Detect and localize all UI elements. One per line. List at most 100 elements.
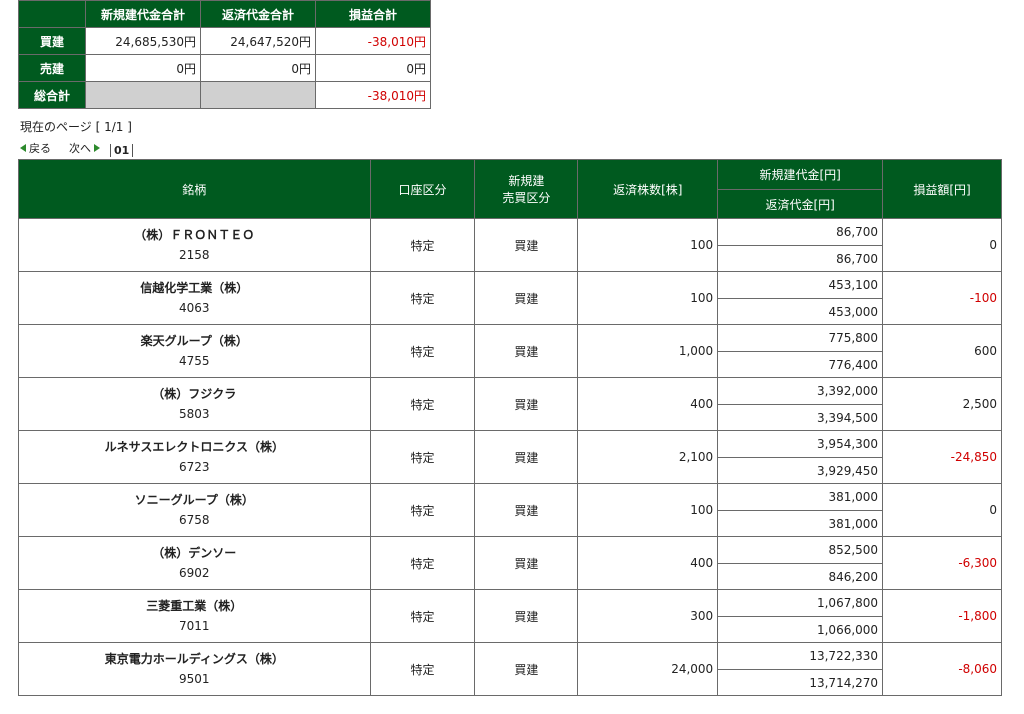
summary-row-label: 総合計	[18, 81, 86, 109]
stock-name-cell: （株）フジクラ 5803	[18, 377, 371, 431]
trade-side: 買建	[474, 483, 579, 537]
table-row: （株）ＦＲＯＮＴＥＯ 2158 特定 買建 100 86,700 0	[18, 218, 1002, 272]
trade-side: 買建	[474, 536, 579, 590]
stock-name: （株）デンソー	[152, 546, 237, 560]
summary-header-repay-total: 返済代金合計	[200, 0, 316, 28]
stock-name: 東京電力ホールディングス（株）	[104, 652, 284, 666]
stock-name-cell: 信越化学工業（株） 4063	[18, 271, 371, 325]
profit-loss: -1,800	[882, 589, 1002, 643]
new-amount: 453,100	[717, 271, 884, 299]
table-row: ルネサスエレクトロニクス（株） 6723 特定 買建 2,100 3,954,300 -24…	[18, 430, 1002, 484]
stock-name: ルネサスエレクトロニクス（株）	[104, 440, 284, 454]
stock-code: 2158	[179, 248, 210, 262]
stock-code: 6758	[179, 513, 210, 527]
table-row: （株）デンソー 6902 特定 買建 400 852,500 -6,300	[18, 536, 1002, 590]
account-type: 特定	[369, 324, 476, 378]
next-arrow-icon	[94, 143, 100, 152]
stock-code: 5803	[179, 407, 210, 421]
header-qty: 返済株数[株]	[577, 159, 719, 219]
profit-loss: -24,850	[882, 430, 1002, 484]
back-link[interactable]: 戻る	[20, 140, 51, 156]
stock-code: 6723	[179, 460, 210, 474]
next-link[interactable]: 次へ	[69, 140, 100, 156]
profit-loss: 600	[882, 324, 1002, 378]
summary-new-total-empty	[85, 81, 201, 109]
repay-amount: 13,714,270	[717, 669, 884, 696]
table-row: 楽天グループ（株） 4755 特定 買建 1,000 775,800 600	[18, 324, 1002, 378]
trade-side: 買建	[474, 430, 579, 484]
summary-row-sell: 売建 0円 0円 0円	[18, 54, 431, 82]
header-name: 銘柄	[18, 159, 371, 219]
stock-name-cell: 三菱重工業（株） 7011	[18, 589, 371, 643]
positions-body: （株）ＦＲＯＮＴＥＯ 2158 特定 買建 100 86,700 0 86,700 信越化学工業…	[18, 218, 1002, 696]
stock-name: （株）ＦＲＯＮＴＥＯ	[134, 228, 255, 242]
profit-loss: 2,500	[882, 377, 1002, 431]
stock-name-cell: 楽天グループ（株） 4755	[18, 324, 371, 378]
page-number-link[interactable]: 01	[110, 144, 134, 157]
stock-code: 4063	[179, 301, 210, 315]
trade-side: 買建	[474, 271, 579, 325]
summary-pl-total: -38,010円	[315, 27, 431, 55]
header-side: 新規建 売買区分	[474, 159, 579, 219]
stock-code: 7011	[179, 619, 210, 633]
stock-name: 楽天グループ（株）	[140, 334, 248, 348]
trade-side: 買建	[474, 218, 579, 272]
table-row: （株）フジクラ 5803 特定 買建 400 3,392,000 2,500	[18, 377, 1002, 431]
summary-header-new-total: 新規建代金合計	[85, 0, 201, 28]
positions-table: 銘柄 口座区分 新規建 売買区分 返済株数[株] 新規建代金[円] 損益額[円]…	[18, 159, 1002, 696]
stock-name-cell: （株）ＦＲＯＮＴＥＯ 2158	[18, 218, 371, 272]
repay-qty: 100	[577, 483, 719, 537]
profit-loss: -100	[882, 271, 1002, 325]
stock-name: 信越化学工業（株）	[140, 281, 249, 295]
profit-loss: -6,300	[882, 536, 1002, 590]
stock-name-cell: ルネサスエレクトロニクス（株） 6723	[18, 430, 371, 484]
summary-new-total: 24,685,530円	[85, 27, 201, 55]
summary-row-label: 買建	[18, 27, 86, 55]
stock-name: （株）フジクラ	[152, 387, 237, 401]
stock-name: 三菱重工業（株）	[146, 599, 243, 613]
profit-loss: 0	[882, 483, 1002, 537]
header-side-line1: 新規建	[508, 174, 545, 188]
account-type: 特定	[369, 536, 476, 590]
stock-code: 9501	[179, 672, 210, 686]
header-new-amount: 新規建代金[円]	[717, 159, 884, 190]
back-arrow-icon	[20, 143, 26, 152]
summary-repay-total: 0円	[200, 54, 316, 82]
summary-pl-total: 0円	[315, 54, 431, 82]
stock-name-cell: 東京電力ホールディングス（株） 9501	[18, 642, 371, 696]
summary-header-pl-total: 損益合計	[315, 0, 431, 28]
new-amount: 381,000	[717, 483, 884, 511]
repay-qty: 400	[577, 536, 719, 590]
repay-amount: 381,000	[717, 510, 884, 537]
summary-pl-total: -38,010円	[315, 81, 431, 109]
repay-qty: 100	[577, 271, 719, 325]
summary-header-row: 新規建代金合計 返済代金合計 損益合計	[18, 0, 431, 28]
table-row: 東京電力ホールディングス（株） 9501 特定 買建 24,000 13,722,330-…	[18, 642, 1002, 696]
profit-loss: 0	[882, 218, 1002, 272]
back-link-label: 戻る	[29, 141, 51, 155]
repay-qty: 1,000	[577, 324, 719, 378]
new-amount: 1,067,800	[717, 589, 884, 617]
stock-code: 4755	[179, 354, 210, 368]
trade-side: 買建	[474, 642, 579, 696]
account-type: 特定	[369, 271, 476, 325]
account-type: 特定	[369, 218, 476, 272]
new-amount: 13,722,330	[717, 642, 884, 670]
summary-new-total: 0円	[85, 54, 201, 82]
header-repay-amount: 返済代金[円]	[717, 189, 884, 219]
repay-amount: 86,700	[717, 245, 884, 272]
stock-name-cell: （株）デンソー 6902	[18, 536, 371, 590]
table-row: ソニーグループ（株） 6758 特定 買建 100 381,000 0	[18, 483, 1002, 537]
pagination-nav: 戻る 次へ 01	[20, 138, 134, 157]
summary-row-grand-total: 総合計 -38,010円	[18, 81, 431, 109]
summary-table: 新規建代金合計 返済代金合計 損益合計 買建 24,685,530円 24,64…	[18, 0, 431, 109]
trade-side: 買建	[474, 324, 579, 378]
stock-name: ソニーグループ（株）	[134, 493, 254, 507]
new-amount: 3,954,300	[717, 430, 884, 458]
account-type: 特定	[369, 377, 476, 431]
table-row: 三菱重工業（株） 7011 特定 買建 300 1,067,800 -1,800	[18, 589, 1002, 643]
repay-qty: 400	[577, 377, 719, 431]
new-amount: 3,392,000	[717, 377, 884, 405]
account-type: 特定	[369, 589, 476, 643]
header-side-line2: 売買区分	[502, 191, 551, 205]
